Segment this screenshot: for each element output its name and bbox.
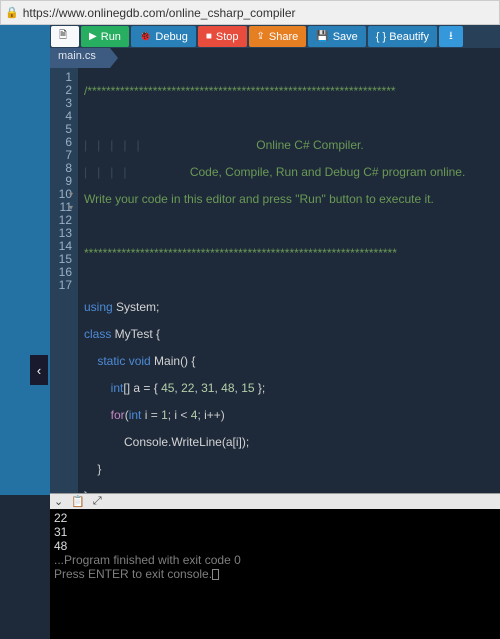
expand-icon[interactable]: ⤢ xyxy=(93,495,102,508)
console-line: ...Program finished with exit code 0 xyxy=(54,553,496,567)
stop-label: Stop xyxy=(216,31,239,43)
cursor xyxy=(212,569,219,580)
console-line: 31 xyxy=(54,525,496,539)
debug-label: Debug xyxy=(155,31,187,43)
save-button[interactable]: 💾 Save xyxy=(308,26,366,47)
chevron-left-icon: ‹ xyxy=(37,363,41,378)
code-content: /***************************************… xyxy=(78,68,465,493)
bug-icon: 🐞 xyxy=(139,31,151,42)
share-label: Share xyxy=(269,31,298,43)
new-file-button[interactable]: 🗎 xyxy=(51,26,79,47)
save-label: Save xyxy=(333,31,358,43)
main-area: 🗎 ▶ Run 🐞 Debug ■ Stop ⇪ Share 💾 Save { } Bea… xyxy=(50,25,500,639)
share-button[interactable]: ⇪ Share xyxy=(249,26,307,47)
save-icon: 💾 xyxy=(316,31,328,42)
console-line: 22 xyxy=(54,511,496,525)
copy-icon[interactable]: 📋 xyxy=(71,495,85,508)
console-output[interactable]: 22 31 48 ...Program finished with exit c… xyxy=(50,509,500,639)
stop-icon: ■ xyxy=(206,31,212,42)
toolbar: 🗎 ▶ Run 🐞 Debug ■ Stop ⇪ Share 💾 Save { } Bea… xyxy=(50,25,500,48)
console-line: Press ENTER to exit console. xyxy=(54,567,496,581)
code-editor[interactable]: 123456789 1011121314151617 /************… xyxy=(50,68,500,493)
download-icon: ⭳ xyxy=(449,27,453,46)
tab-bar: main.cs xyxy=(50,48,500,68)
file-icon: 🗎 xyxy=(59,28,67,45)
sidebar: ‹ xyxy=(0,25,50,495)
chevron-down-icon[interactable]: ⌄ xyxy=(54,495,63,508)
lock-icon: 🔒 xyxy=(5,6,19,19)
debug-button[interactable]: 🐞 Debug xyxy=(131,26,196,47)
collapse-sidebar-button[interactable]: ‹ xyxy=(30,355,48,385)
address-bar: 🔒 xyxy=(0,0,500,25)
console-line: 48 xyxy=(54,539,496,553)
url-input[interactable] xyxy=(23,6,495,20)
stop-button[interactable]: ■ Stop xyxy=(198,26,247,47)
beautify-label: { } Beautify xyxy=(376,31,429,43)
download-button[interactable]: ⭳ xyxy=(439,26,463,47)
console-toolbar: ⌄ 📋 ⤢ xyxy=(50,493,500,509)
run-label: Run xyxy=(101,31,121,43)
share-icon: ⇪ xyxy=(257,31,265,42)
play-icon: ▶ xyxy=(89,31,97,42)
run-button[interactable]: ▶ Run xyxy=(81,26,129,47)
file-tab[interactable]: main.cs xyxy=(50,48,110,68)
beautify-button[interactable]: { } Beautify xyxy=(368,26,437,47)
gutter: 123456789 1011121314151617 xyxy=(50,68,78,493)
